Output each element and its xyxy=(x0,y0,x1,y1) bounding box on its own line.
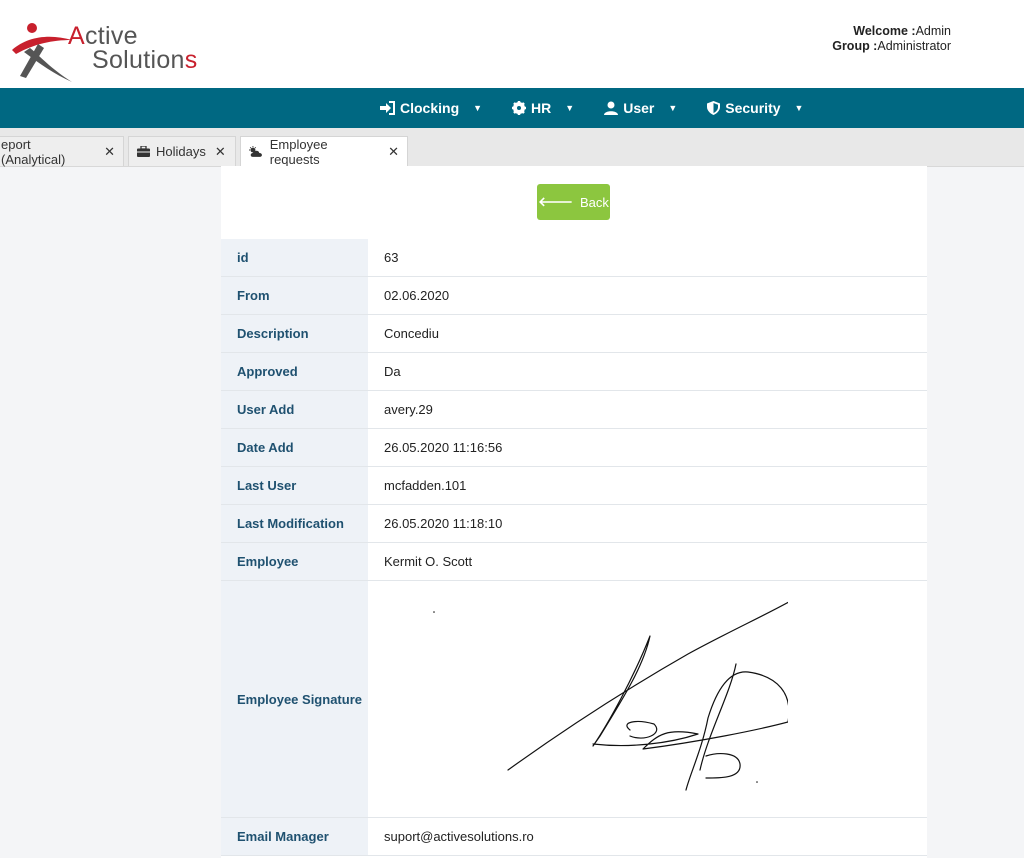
detail-row: Last User mcfadden.101 xyxy=(221,466,927,505)
detail-row: From 02.06.2020 xyxy=(221,276,927,315)
close-icon[interactable]: ✕ xyxy=(388,144,399,160)
detail-row: Description Concediu xyxy=(221,314,927,353)
detail-row: Employee Kermit O. Scott xyxy=(221,542,927,581)
user-info: Welcome :Admin Group :Administrator xyxy=(832,24,951,54)
tab-employee-requests[interactable]: Employee requests ✕ xyxy=(240,136,408,167)
detail-label: User Add xyxy=(221,390,368,429)
shield-icon xyxy=(707,101,721,115)
detail-value: Kermit O. Scott xyxy=(368,542,927,581)
tab-label: Employee requests xyxy=(269,136,328,167)
tab-holidays[interactable]: Holidays ✕ xyxy=(128,136,236,166)
chevron-down-icon: ▼ xyxy=(794,103,804,113)
gear-icon xyxy=(512,101,527,115)
nav-security-label: Security xyxy=(725,100,781,116)
sign-in-icon xyxy=(380,101,395,115)
welcome-value: Admin xyxy=(915,24,951,38)
detail-row: Employee Signature xyxy=(221,580,927,818)
detail-label: Approved xyxy=(221,352,368,391)
back-button[interactable]: 🡐 Back xyxy=(537,184,610,220)
detail-value: Concediu xyxy=(368,314,927,353)
detail-value: 26.05.2020 11:16:56 xyxy=(368,428,927,467)
app-header: Active Solutions Welcome :Admin Group :A… xyxy=(0,0,1024,88)
chevron-down-icon: ▼ xyxy=(565,103,575,113)
nav-clocking-label: Clocking xyxy=(400,100,460,116)
detail-value: 26.05.2020 11:18:10 xyxy=(368,504,927,543)
detail-row: Last Modification 26.05.2020 11:18:10 xyxy=(221,504,927,543)
welcome-label: Welcome : xyxy=(853,24,916,38)
active-solutions-logo[interactable]: Active Solutions xyxy=(10,20,220,86)
tab-label: Holidays xyxy=(156,144,206,159)
detail-row: Approved Da xyxy=(221,352,927,391)
tab-label: eport (Analytical) xyxy=(1,136,66,167)
detail-label: Employee xyxy=(221,542,368,581)
employee-signature-image xyxy=(433,601,788,791)
detail-row: id 63 xyxy=(221,239,927,277)
group-value: Administrator xyxy=(877,39,951,53)
main-navbar: Clocking ▼ HR ▼ User ▼ Security ▼ xyxy=(0,88,1024,128)
detail-label: From xyxy=(221,276,368,315)
nav-security[interactable]: Security ▼ xyxy=(707,100,803,116)
group-label: Group : xyxy=(832,39,878,53)
chevron-down-icon: ▼ xyxy=(473,103,483,113)
detail-value: suport@activesolutions.ro xyxy=(368,817,927,856)
logo-word-solutions: Solutions xyxy=(92,46,198,74)
nav-clocking[interactable]: Clocking ▼ xyxy=(380,100,482,116)
tab-bar: eport (Analytical) ✕ Holidays ✕ Employee… xyxy=(0,128,1024,167)
user-icon xyxy=(604,101,619,115)
details-table: id 63 From 02.06.2020 Description Concediu App… xyxy=(221,239,927,856)
detail-value: 02.06.2020 xyxy=(368,276,927,315)
signature-cell xyxy=(368,580,927,818)
detail-label: Last Modification xyxy=(221,504,368,543)
arrow-left-icon: 🡐 xyxy=(538,194,573,209)
close-icon[interactable]: ✕ xyxy=(215,144,226,160)
detail-label: Date Add xyxy=(221,428,368,467)
employee-request-panel: 🡐 Back id 63 From 02.06.2020 Description Conc… xyxy=(221,166,927,858)
tab-report-analytical[interactable]: eport (Analytical) ✕ xyxy=(0,136,124,167)
detail-row: User Add avery.29 xyxy=(221,390,927,429)
nav-user[interactable]: User ▼ xyxy=(604,100,677,116)
detail-value: 63 xyxy=(368,239,927,277)
detail-value: avery.29 xyxy=(368,390,927,429)
detail-value: mcfadden.101 xyxy=(368,466,927,505)
detail-value: Da xyxy=(368,352,927,391)
briefcase-icon xyxy=(137,146,150,157)
nav-user-label: User xyxy=(623,100,655,116)
detail-label: Last User xyxy=(221,466,368,505)
nav-hr-label: HR xyxy=(531,100,552,116)
detail-label: Description xyxy=(221,314,368,353)
back-button-label: Back xyxy=(579,194,609,210)
close-icon[interactable]: ✕ xyxy=(104,144,115,160)
cloud-sun-icon xyxy=(249,145,262,157)
nav-hr[interactable]: HR ▼ xyxy=(512,100,574,116)
chevron-down-icon: ▼ xyxy=(668,103,678,113)
detail-label: Email Manager xyxy=(221,817,368,856)
detail-row: Date Add 26.05.2020 11:16:56 xyxy=(221,428,927,467)
detail-label: Employee Signature xyxy=(221,580,368,818)
detail-row: Email Manager suport@activesolutions.ro xyxy=(221,817,927,856)
detail-label: id xyxy=(221,239,368,277)
